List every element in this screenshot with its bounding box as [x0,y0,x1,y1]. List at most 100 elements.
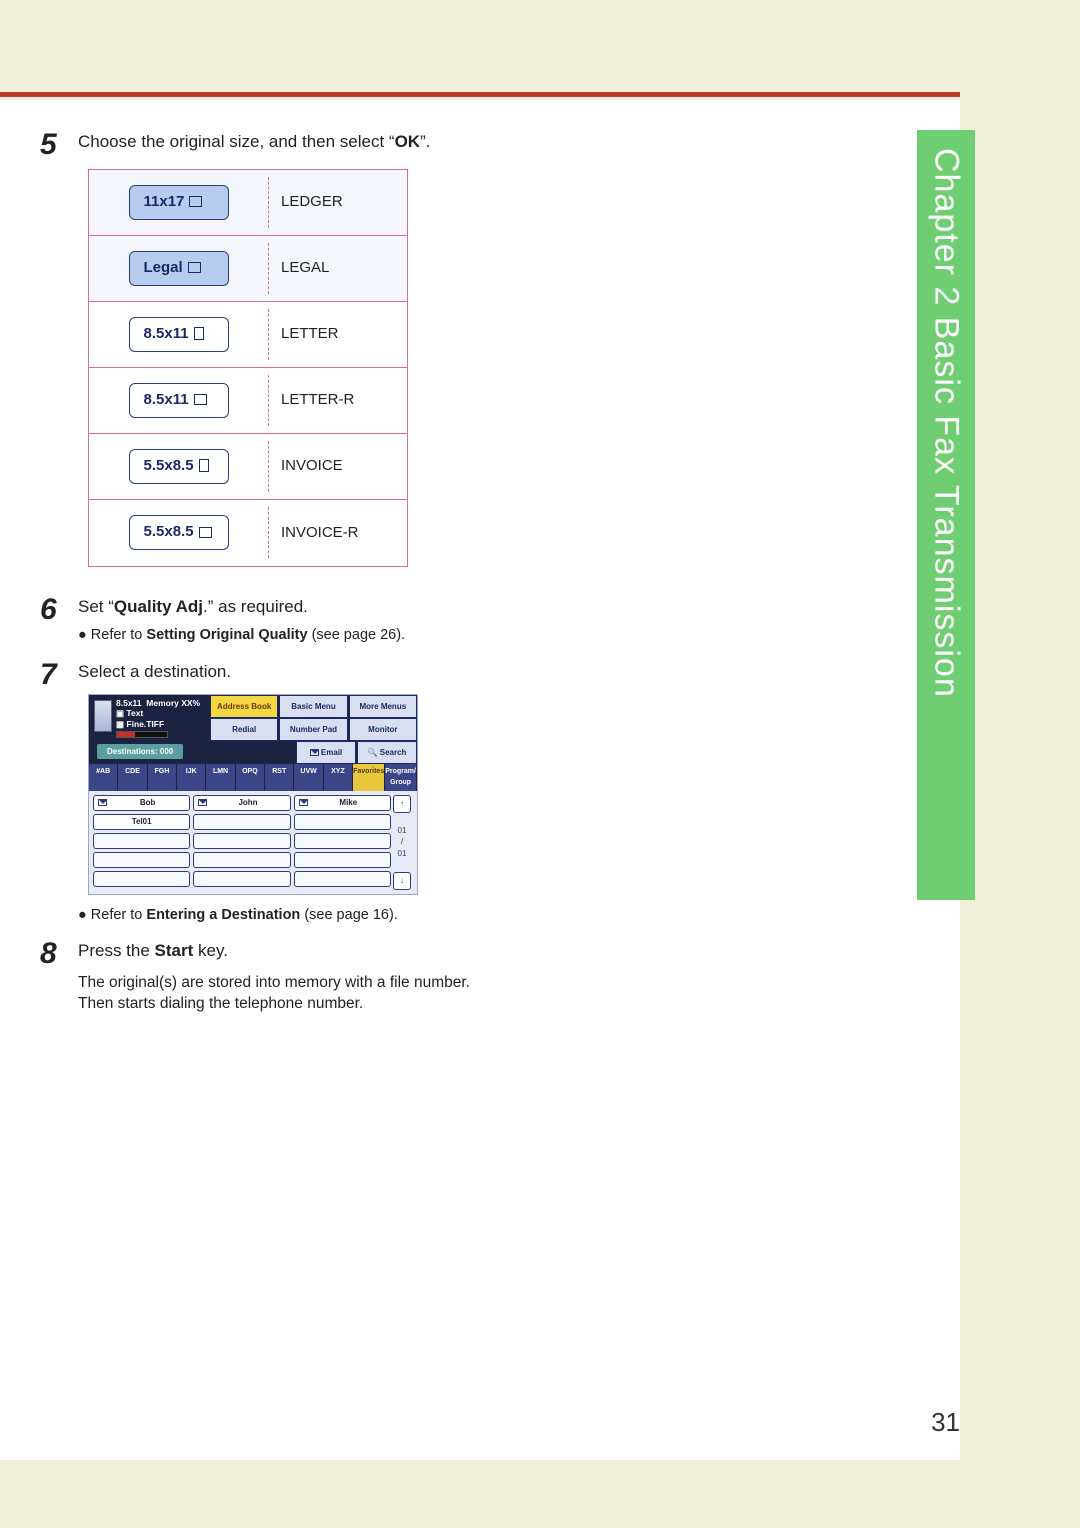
step-text: Set “Quality Adj.” as required. ● Refer … [78,595,480,646]
page-indicator: 01 / 01 [398,825,407,860]
contact-item [294,814,391,830]
alpha-tab[interactable]: IJK [177,764,206,790]
paper-orientation-icon [189,196,202,207]
alpha-tab[interactable]: CDE [118,764,147,790]
alpha-tab[interactable]: RST [265,764,294,790]
top-tabs: Address BookBasic MenuMore Menus RedialN… [210,695,417,764]
scroll-controls: ↑ 01 / 01 ↓ [391,795,413,890]
destination-screen: 8.5x11 Memory XX% ▣ Text ▦ Fine.TIFF Des… [88,694,418,894]
step-number: 7 [40,660,78,925]
email-tab[interactable]: Email [296,741,356,764]
paper-orientation-icon [188,262,201,273]
screen-tab[interactable]: Number Pad [279,718,347,741]
alpha-tab[interactable]: XYZ [324,764,353,790]
screen-tab[interactable]: Redial [210,718,278,741]
chapter-tab: Chapter 2 Basic Fax Transmission [917,130,975,900]
quality-label: Fine.TIFF [126,719,164,729]
alpha-tab[interactable]: UVW [294,764,323,790]
size-label: INVOICE-R [269,514,407,552]
contact-item [93,833,190,849]
contact-item[interactable]: Bob [93,795,190,811]
text: Press the [78,941,155,960]
text: ”. [420,132,430,151]
step-8: 8 Press the Start key. The original(s) a… [40,939,480,1015]
destinations-count[interactable]: Destinations: 000 [97,744,183,760]
alpha-tab[interactable]: Program/ Group [385,764,417,790]
left-column: 5 Choose the original size, and then sel… [40,130,480,1015]
alpha-tab[interactable]: LMN [206,764,235,790]
email-icon [198,799,207,806]
paper-orientation-icon [194,327,204,340]
size-label: LETTER [269,315,407,353]
screen-tab[interactable]: Address Book [210,695,278,718]
contact-list: BobJohnMike Tel01 ↑ 01 / 01 ↓ [89,791,417,894]
memory-label: Memory XX% [146,698,200,708]
scan-info: 8.5x11 Memory XX% ▣ Text ▦ Fine.TIFF Des… [89,695,209,764]
step-text: Press the Start key. The original(s) are… [78,939,480,1015]
email-icon [98,799,107,806]
step-number: 6 [40,595,78,646]
contact-item[interactable]: Mike [294,795,391,811]
screen-tab[interactable]: Basic Menu [279,695,347,718]
page-number: 31 [931,1407,960,1438]
contact-item[interactable]: John [193,795,290,811]
size-row: 8.5x11LETTER-R [89,368,407,434]
search-tab[interactable]: 🔍 Search [357,741,417,764]
bullet-icon: ● Refer to [78,907,146,923]
scroll-up-button[interactable]: ↑ [393,795,411,813]
step-5: 5 Choose the original size, and then sel… [40,130,480,585]
step-7: 7 Select a destination. 8.5x11 Memory XX… [40,660,480,925]
size-button[interactable]: Legal [129,251,229,286]
email-icon [299,799,308,806]
size-label: LEDGER [269,183,407,221]
size-button[interactable]: 5.5x8.5 [129,515,229,550]
size-label: 8.5x11 [116,698,142,708]
sub-note: ● Refer to Entering a Destination (see p… [78,905,480,925]
screen-tab[interactable]: More Menus [349,695,417,718]
alpha-tab[interactable]: Favorites [353,764,385,790]
size-button[interactable]: 8.5x11 [129,383,229,418]
size-button[interactable]: 5.5x8.5 [129,449,229,484]
size-button[interactable]: 8.5x11 [129,317,229,352]
contact-item [193,852,290,868]
step-text: Select a destination. 8.5x11 Memory XX% … [78,660,480,925]
text: (see page 16). [300,907,398,923]
bullet-icon: ● Refer to [78,627,146,643]
chapter-title: Chapter 2 Basic Fax Transmission [927,130,966,698]
text-bold: Start [155,941,194,960]
screen-tab[interactable]: Monitor [349,718,417,741]
alpha-tab[interactable]: OPQ [236,764,265,790]
alpha-tabs: #ABCDEFGHIJKLMNOPQRSTUVWXYZFavoritesProg… [89,764,417,790]
alpha-tab[interactable]: #AB [89,764,118,790]
contact-item [193,814,290,830]
size-row: 11x17 LEDGER [89,170,407,236]
scroll-down-button[interactable]: ↓ [393,872,411,890]
contact-item [93,871,190,887]
paper-orientation-icon [199,459,209,472]
link-text: Entering a Destination [146,907,300,923]
sub-note: ● Refer to Setting Original Quality (see… [78,625,480,645]
text: Select a destination. [78,662,231,681]
contact-item [93,852,190,868]
screen-top: 8.5x11 Memory XX% ▣ Text ▦ Fine.TIFF Des… [89,695,417,764]
paper-orientation-icon [199,527,212,538]
step-number: 8 [40,939,78,1015]
size-row: 8.5x11 LETTER [89,302,407,368]
contact-item [294,852,391,868]
header-red-rule [0,92,960,97]
original-size-table: 11x17LEDGERLegalLEGAL8.5x11LETTER8.5x11L… [88,169,408,567]
text-bold: Quality Adj [114,597,203,616]
size-row: LegalLEGAL [89,236,407,302]
step-6: 6 Set “Quality Adj.” as required. ● Refe… [40,595,480,646]
size-button[interactable]: 11x17 [129,185,229,220]
alpha-tab[interactable]: FGH [148,764,177,790]
text: key. [193,941,228,960]
step-text: Choose the original size, and then selec… [78,130,480,585]
meter-icon [116,731,168,738]
size-row: 5.5x8.5 INVOICE-R [89,500,407,566]
mode-label: Text [126,708,143,718]
size-label: INVOICE [269,447,407,485]
text: (see page 26). [308,627,406,643]
page-content-frame: 5 Choose the original size, and then sel… [0,100,960,1460]
contact-item[interactable]: Tel01 [93,814,190,830]
